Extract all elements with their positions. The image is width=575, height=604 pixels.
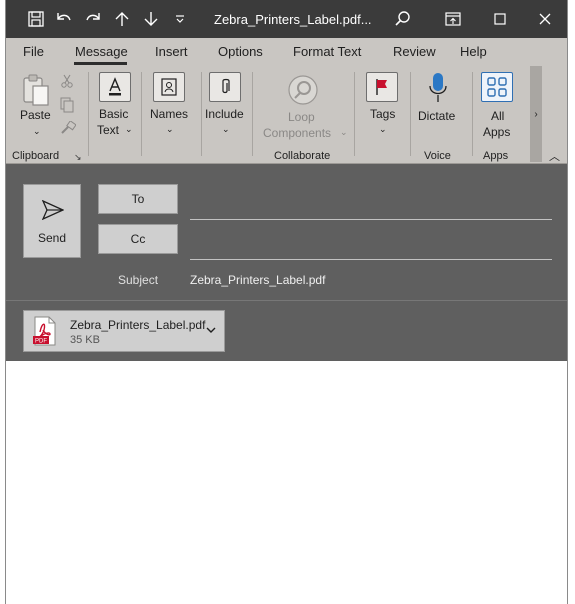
all-apps-label-1: All [491,109,505,123]
compose-header: Send To Cc Subject Zebra_Printers_Label.… [6,164,567,300]
basic-text-label-1: Basic [99,107,129,121]
paperclip-icon [209,72,241,102]
all-apps-button[interactable]: All Apps [477,72,521,142]
chevron-down-icon: ⌄ [379,124,387,134]
send-icon [42,200,64,220]
group-label-clipboard: Clipboard [12,150,60,162]
divider [472,72,473,156]
divider [252,72,253,156]
microphone-icon [429,73,447,102]
ribbon: Paste ⌄ Clipboard ↘ Basic Text ⌄ Names ⌄… [6,66,567,164]
subject-label: Subject [118,273,159,287]
names-button[interactable]: Names ⌄ [148,72,192,142]
title-bar: Zebra_Printers_Label.pdf... [6,0,567,38]
pdf-icon: PDF [33,316,56,346]
to-field[interactable] [190,219,552,220]
paste-button[interactable]: Paste ⌄ [16,72,56,138]
all-apps-label-2: Apps [483,125,511,139]
loop-icon [288,75,318,105]
undo-icon[interactable] [54,9,74,29]
tab-review[interactable]: Review [393,44,436,59]
loop-components-button[interactable]: Loop Components ⌄ [261,72,348,142]
attachments-bar: PDF Zebra_Printers_Label.pdf 35 KB [6,300,567,361]
attachment-item[interactable]: PDF Zebra_Printers_Label.pdf 35 KB [23,310,225,352]
search-icon[interactable] [393,9,413,29]
tab-file[interactable]: File [23,44,44,59]
tab-message[interactable]: Message [75,44,128,59]
chevron-right-icon: › [534,108,538,120]
window-title: Zebra_Printers_Label.pdf... [214,12,372,27]
flag-icon [366,72,398,102]
send-label: Send [37,231,67,245]
divider [410,72,411,156]
ribbon-scroll-right[interactable]: › [530,66,542,162]
dictate-button[interactable]: Dictate [414,72,462,142]
tab-insert[interactable]: Insert [155,44,188,59]
chevron-down-icon: ⌄ [125,124,133,134]
redo-icon[interactable] [83,9,103,29]
address-book-icon [153,72,185,102]
basic-text-label-2: Text [97,123,120,137]
active-tab-indicator [74,62,127,65]
pdf-badge: PDF [35,339,47,345]
apps-grid-icon [481,72,513,102]
restore-icon[interactable] [443,9,463,29]
chevron-down-icon: ⌄ [33,126,41,136]
chevron-down-icon: ⌄ [222,124,230,134]
divider [88,72,89,156]
maximize-icon[interactable] [490,9,510,29]
group-label-voice: Voice [424,150,451,162]
format-painter-icon[interactable] [60,120,77,140]
save-icon[interactable] [26,9,46,29]
chevron-down-icon[interactable] [205,325,217,335]
ribbon-tabs: File Message Insert Options Format Text … [6,38,567,66]
tab-help[interactable]: Help [460,44,487,59]
outlook-compose-window: Zebra_Printers_Label.pdf... File Message… [5,0,568,604]
close-icon[interactable] [535,9,555,29]
loop-label-2: Components [263,126,332,140]
attachment-name: Zebra_Printers_Label.pdf [70,318,206,332]
chevron-down-icon: ⌄ [340,127,348,137]
clipboard-icon [23,74,49,106]
arrow-up-icon[interactable] [112,9,132,29]
tab-format-text[interactable]: Format Text [293,44,361,59]
basic-text-button[interactable]: Basic Text ⌄ [94,72,138,142]
include-button[interactable]: Include ⌄ [204,72,248,142]
include-label: Include [205,107,244,121]
divider [141,72,142,156]
collapse-ribbon-icon[interactable]: ︿ [549,148,560,164]
copy-icon[interactable] [60,97,74,118]
subject-field[interactable]: Zebra_Printers_Label.pdf [190,273,325,287]
dialog-launcher-icon[interactable]: ↘ [74,152,82,163]
to-button[interactable]: To [98,184,178,214]
divider [354,72,355,156]
paste-label: Paste [20,108,51,122]
names-label: Names [150,107,189,121]
attachment-size: 35 KB [70,334,100,346]
chevron-down-icon: ⌄ [166,124,174,134]
send-button[interactable]: Send [23,184,81,258]
tags-button[interactable]: Tags ⌄ [361,72,405,142]
tags-label: Tags [370,107,396,121]
loop-label-1: Loop [288,110,315,124]
cc-field[interactable] [190,259,552,260]
group-label-collaborate: Collaborate [274,150,331,162]
arrow-down-icon[interactable] [141,9,161,29]
font-color-icon [99,72,131,102]
cc-button[interactable]: Cc [98,224,178,254]
message-body[interactable] [6,361,567,604]
divider [201,72,202,156]
tab-options[interactable]: Options [218,44,263,59]
group-label-apps: Apps [483,150,509,162]
cut-icon[interactable] [60,74,74,93]
dictate-label: Dictate [418,109,456,123]
customize-chevron-icon[interactable] [170,9,190,29]
